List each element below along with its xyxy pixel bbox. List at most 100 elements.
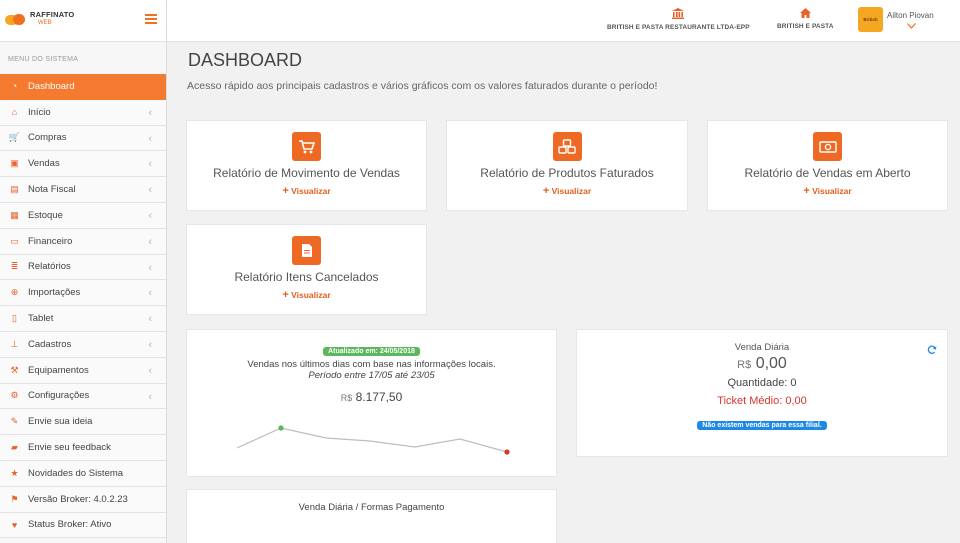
sidebar-item-configurações[interactable]: ⚙ Configurações ‹ [0, 383, 166, 410]
report-title: Relatório de Vendas em Aberto [744, 166, 911, 180]
sidebar-item-equipamentos[interactable]: ⚒ Equipamentos ‹ [0, 357, 166, 384]
topbar: BRITISH E PASTA RESTAURANTE LTDA-EPP BRI… [167, 0, 960, 42]
daily-ticket: Ticket Médio: 0,00 [717, 395, 807, 407]
branch-selector[interactable]: BRITISH E PASTA [777, 8, 834, 30]
sidebar-item-label: Cadastros [28, 338, 72, 350]
payments-card: Venda Diária / Formas Pagamento [186, 489, 557, 543]
tablet-icon: ▯ [12, 313, 17, 324]
sidebar-item-novidades-do-sistema[interactable]: ★ Novidades do Sistema [0, 460, 166, 487]
chevron-left-icon: ‹ [148, 261, 152, 274]
heart-icon: ♥ [11, 519, 18, 530]
sidebar-item-label: Vendas [28, 158, 60, 170]
sidebar-menu: ◔ Dashboard ⌂ Início ‹ 🛒 Compras ‹ ▣ Vendas ‹ ▤ Nota… [0, 74, 166, 539]
no-sales-badge: Não existem vendas para essa filial. [697, 421, 827, 430]
sparkline-min-point [504, 449, 510, 455]
page-title: DASHBOARD [188, 50, 303, 70]
grid-icon: ▦ [10, 209, 19, 220]
sidebar-item-relatórios[interactable]: ≣ Relatórios ‹ [0, 254, 166, 281]
list-icon: ≣ [10, 261, 19, 272]
report-card-aberto: Relatório de Vendas em Aberto + Visualiz… [707, 120, 948, 211]
sidebar-item-status-broker[interactable]: ♥ Status Broker: Ativo [0, 512, 166, 539]
sales-chart-card: Atualizado em: 24/05/2018 Vendas nos últ… [186, 329, 557, 477]
report-card-produtos: Relatório de Produtos Faturados + Visual… [446, 120, 688, 211]
menu-title: MENU DO SISTEMA [8, 56, 79, 63]
sidebar-item-label: Início [28, 106, 51, 118]
sidebar-item-nota-fiscal[interactable]: ▤ Nota Fiscal ‹ [0, 177, 166, 203]
money-icon [813, 132, 842, 161]
sidebar-item-label: Equipamentos [28, 364, 89, 376]
report-card-movimento: Relatório de Movimento de Vendas + Visua… [186, 120, 427, 211]
sales-chart-period: Período entre 17/05 até 23/05 [308, 370, 435, 381]
sidebar-item-financeiro[interactable]: ▭ Financeiro ‹ [0, 228, 166, 255]
daily-value: R$ 0,00 [737, 355, 787, 372]
report-title: Relatório de Produtos Faturados [480, 166, 654, 180]
daily-title: Venda Diária [734, 342, 790, 353]
sidebar-item-label: Estoque [28, 209, 63, 221]
sidebar-item-label: Dashboard [28, 80, 75, 92]
file-icon: ▤ [10, 184, 19, 195]
cubes-icon [552, 132, 582, 161]
sidebar-item-versão-broker[interactable]: ⚑ Versão Broker: 4.0.2.23 [0, 486, 166, 513]
edit-icon: ✎ [10, 416, 19, 427]
sidebar-item-início[interactable]: ⌂ Início ‹ [0, 99, 166, 126]
home-icon: ⌂ [11, 107, 18, 118]
sales-chart-description: Vendas nos últimos dias com base nas inf… [247, 359, 496, 370]
sidebar-item-label: Envie sua ideia [28, 416, 93, 428]
sidebar: RAFFINATO WEB MENU DO SISTEMA ◔ Dashboard… [0, 0, 167, 543]
logo-mark-icon [5, 12, 27, 26]
sidebar-item-envie-seu-feedback[interactable]: ▰ Envie seu feedback [0, 435, 166, 461]
sidebar-item-importações[interactable]: ⊕ Importações ‹ [0, 280, 166, 307]
chevron-down-icon[interactable] [907, 22, 916, 31]
star-icon: ★ [10, 467, 19, 478]
company-name: BRITISH E PASTA RESTAURANTE LTDA-EPP [607, 24, 750, 31]
report-title: Relatório Itens Cancelados [234, 270, 379, 284]
refresh-icon[interactable] [927, 342, 937, 360]
daily-quantity: Quantidade: 0 [727, 377, 797, 389]
menu-toggle-icon[interactable] [145, 14, 157, 24]
sidebar-item-label: Versão Broker: 4.0.2.23 [28, 493, 128, 505]
payments-title: Venda Diária / Formas Pagamento [298, 502, 445, 513]
daily-sales-card: Venda Diária R$ 0,00 Quantidade: 0 Ticke… [576, 329, 948, 457]
logo-bar: RAFFINATO WEB [0, 0, 166, 42]
flag-icon: ⚑ [10, 493, 19, 504]
report-card-cancelados: Relatório Itens Cancelados + Visualizar [186, 224, 427, 315]
sidebar-item-label: Status Broker: Ativo [28, 519, 112, 531]
brand-logo[interactable]: RAFFINATO WEB [5, 11, 74, 27]
chevron-left-icon: ‹ [148, 338, 152, 351]
chevron-left-icon: ‹ [148, 184, 152, 197]
chevron-left-icon: ‹ [148, 158, 152, 171]
sidebar-item-label: Configurações [28, 390, 90, 402]
page-subtitle: Acesso rápido aos principais cadastros e… [187, 80, 658, 92]
sidebar-item-label: Novidades do Sistema [28, 467, 124, 479]
sidebar-item-cadastros[interactable]: ⊥ Cadastros ‹ [0, 331, 166, 358]
money-icon: ▭ [10, 235, 19, 246]
avatar[interactable]: British [858, 7, 883, 32]
view-report-link[interactable]: + Visualizar [187, 185, 426, 197]
chevron-left-icon: ‹ [148, 313, 152, 326]
sidebar-item-compras[interactable]: 🛒 Compras ‹ [0, 125, 166, 152]
cart-icon: 🛒 [8, 132, 21, 143]
company-selector[interactable]: BRITISH E PASTA RESTAURANTE LTDA-EPP [607, 8, 750, 31]
view-report-link[interactable]: + Visualizar [708, 185, 947, 197]
sidebar-item-label: Envie seu feedback [28, 442, 111, 454]
document-icon [292, 236, 321, 265]
sidebar-item-vendas[interactable]: ▣ Vendas ‹ [0, 151, 166, 178]
sidebar-item-label: Financeiro [28, 235, 73, 247]
user-name[interactable]: Ailton Piovan [887, 11, 934, 20]
view-report-link[interactable]: + Visualizar [447, 185, 687, 197]
chevron-left-icon: ‹ [148, 364, 152, 377]
cart-icon [292, 132, 321, 161]
briefcase-icon: ▣ [10, 158, 19, 169]
sitemap-icon: ⊥ [10, 338, 19, 349]
chevron-left-icon: ‹ [148, 106, 152, 119]
sidebar-item-tablet[interactable]: ▯ Tablet ‹ [0, 306, 166, 332]
sales-total: R$ 8.177,50 [340, 390, 403, 404]
sidebar-item-estoque[interactable]: ▦ Estoque ‹ [0, 202, 166, 229]
view-report-link[interactable]: + Visualizar [187, 289, 426, 301]
import-icon: ⊕ [10, 287, 19, 298]
sidebar-item-dashboard[interactable]: ◔ Dashboard [0, 74, 166, 100]
sidebar-item-label: Importações [28, 287, 81, 299]
sidebar-item-envie-sua-ideia[interactable]: ✎ Envie sua ideia [0, 409, 166, 436]
gears-icon: ⚙ [10, 390, 19, 401]
chevron-left-icon: ‹ [148, 132, 152, 145]
